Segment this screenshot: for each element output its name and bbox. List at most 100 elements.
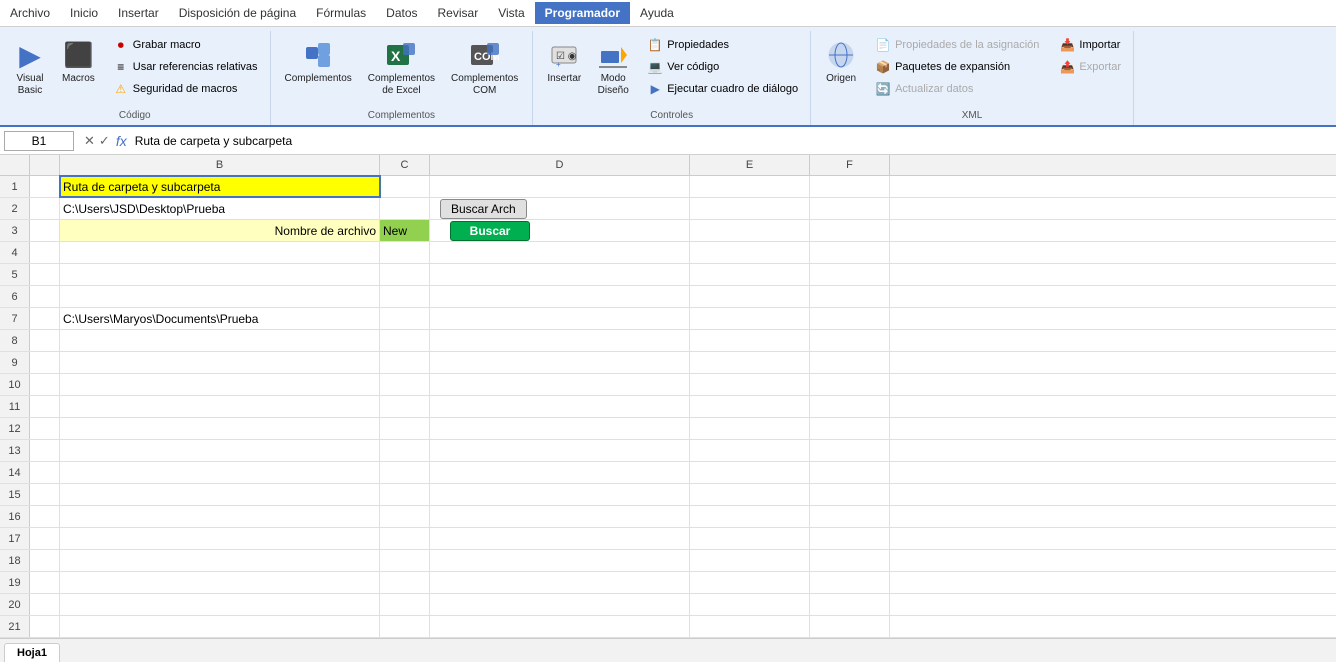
cell-d11[interactable] bbox=[430, 396, 690, 417]
cell-d1[interactable] bbox=[430, 176, 690, 197]
cell-d12[interactable] bbox=[430, 418, 690, 439]
cell-b1[interactable]: Ruta de carpeta y subcarpeta bbox=[60, 176, 380, 197]
cell-c4[interactable] bbox=[380, 242, 430, 263]
grabar-macro-button[interactable]: ⏺ Grabar macro bbox=[109, 35, 262, 55]
cell-a3[interactable] bbox=[30, 220, 60, 241]
cell-c8[interactable] bbox=[380, 330, 430, 351]
cell-a18[interactable] bbox=[30, 550, 60, 571]
cell-f3[interactable] bbox=[810, 220, 890, 241]
cell-e5[interactable] bbox=[690, 264, 810, 285]
cell-a8[interactable] bbox=[30, 330, 60, 351]
cell-d14[interactable] bbox=[430, 462, 690, 483]
cell-b18[interactable] bbox=[60, 550, 380, 571]
cell-f14[interactable] bbox=[810, 462, 890, 483]
complementos-button[interactable]: Complementos bbox=[279, 35, 358, 89]
cell-c2[interactable] bbox=[380, 198, 430, 219]
cell-f2[interactable] bbox=[810, 198, 890, 219]
cell-c10[interactable] bbox=[380, 374, 430, 395]
cell-f15[interactable] bbox=[810, 484, 890, 505]
menu-programador[interactable]: Programador bbox=[535, 2, 630, 24]
col-header-e[interactable]: E bbox=[690, 155, 810, 175]
cell-a2[interactable] bbox=[30, 198, 60, 219]
cell-e6[interactable] bbox=[690, 286, 810, 307]
cell-f4[interactable] bbox=[810, 242, 890, 263]
menu-inicio[interactable]: Inicio bbox=[60, 2, 108, 24]
cell-d16[interactable] bbox=[430, 506, 690, 527]
cell-b8[interactable] bbox=[60, 330, 380, 351]
cell-f21[interactable] bbox=[810, 616, 890, 637]
cell-b11[interactable] bbox=[60, 396, 380, 417]
cell-e10[interactable] bbox=[690, 374, 810, 395]
cell-c15[interactable] bbox=[380, 484, 430, 505]
cell-d20[interactable] bbox=[430, 594, 690, 615]
cell-b4[interactable] bbox=[60, 242, 380, 263]
cell-e1[interactable] bbox=[690, 176, 810, 197]
cell-a21[interactable] bbox=[30, 616, 60, 637]
menu-disposicion[interactable]: Disposición de página bbox=[169, 2, 306, 24]
cell-f12[interactable] bbox=[810, 418, 890, 439]
cell-a12[interactable] bbox=[30, 418, 60, 439]
modo-diseno-button[interactable]: ModoDiseño bbox=[591, 35, 635, 101]
cell-d5[interactable]: M Poder listar en columna D a partir de … bbox=[430, 264, 690, 285]
cell-a17[interactable] bbox=[30, 528, 60, 549]
cell-a10[interactable] bbox=[30, 374, 60, 395]
cell-d9[interactable] bbox=[430, 352, 690, 373]
propiedades-button[interactable]: 📋 Propiedades bbox=[643, 35, 802, 55]
cell-a11[interactable] bbox=[30, 396, 60, 417]
col-header-b[interactable]: B bbox=[60, 155, 380, 175]
cell-f18[interactable] bbox=[810, 550, 890, 571]
cell-b15[interactable] bbox=[60, 484, 380, 505]
cell-c19[interactable] bbox=[380, 572, 430, 593]
cell-f1[interactable] bbox=[810, 176, 890, 197]
cell-a13[interactable] bbox=[30, 440, 60, 461]
cell-d3[interactable]: Buscar bbox=[430, 220, 690, 241]
cell-e18[interactable] bbox=[690, 550, 810, 571]
cell-a20[interactable] bbox=[30, 594, 60, 615]
col-header-a[interactable] bbox=[30, 155, 60, 175]
cell-e8[interactable] bbox=[690, 330, 810, 351]
cell-f19[interactable] bbox=[810, 572, 890, 593]
cell-a7[interactable] bbox=[30, 308, 60, 329]
cell-e13[interactable] bbox=[690, 440, 810, 461]
cell-c14[interactable] bbox=[380, 462, 430, 483]
cell-c17[interactable] bbox=[380, 528, 430, 549]
cell-f6[interactable] bbox=[810, 286, 890, 307]
col-header-f[interactable]: F bbox=[810, 155, 890, 175]
cell-c12[interactable] bbox=[380, 418, 430, 439]
cell-e12[interactable] bbox=[690, 418, 810, 439]
seguridad-macros-button[interactable]: ⚠ Seguridad de macros bbox=[109, 79, 262, 99]
cell-c7[interactable] bbox=[380, 308, 430, 329]
cell-b2[interactable]: C:\Users\JSD\Desktop\Prueba bbox=[60, 198, 380, 219]
cell-c13[interactable] bbox=[380, 440, 430, 461]
cell-c18[interactable] bbox=[380, 550, 430, 571]
visual-basic-button[interactable]: ▶ VisualBasic bbox=[8, 35, 52, 101]
cell-b14[interactable] bbox=[60, 462, 380, 483]
cell-e2[interactable] bbox=[690, 198, 810, 219]
cell-b17[interactable] bbox=[60, 528, 380, 549]
cell-b20[interactable] bbox=[60, 594, 380, 615]
ejecutar-dialogo-button[interactable]: ▶ Ejecutar cuadro de diálogo bbox=[643, 79, 802, 99]
cell-e21[interactable] bbox=[690, 616, 810, 637]
macros-button[interactable]: ⬛ Macros bbox=[56, 35, 101, 89]
referencias-relativas-button[interactable]: ≡ Usar referencias relativas bbox=[109, 57, 262, 77]
cell-d8[interactable] bbox=[430, 330, 690, 351]
cell-d4[interactable] bbox=[430, 242, 690, 263]
menu-archivo[interactable]: Archivo bbox=[0, 2, 60, 24]
cell-c6[interactable] bbox=[380, 286, 430, 307]
cell-e7[interactable] bbox=[690, 308, 810, 329]
cell-c20[interactable] bbox=[380, 594, 430, 615]
cell-e15[interactable] bbox=[690, 484, 810, 505]
cell-d17[interactable] bbox=[430, 528, 690, 549]
cell-b9[interactable] bbox=[60, 352, 380, 373]
menu-formulas[interactable]: Fórmulas bbox=[306, 2, 376, 24]
cell-a4[interactable] bbox=[30, 242, 60, 263]
cell-b19[interactable] bbox=[60, 572, 380, 593]
cell-f10[interactable] bbox=[810, 374, 890, 395]
cell-a5[interactable] bbox=[30, 264, 60, 285]
cell-b13[interactable] bbox=[60, 440, 380, 461]
menu-datos[interactable]: Datos bbox=[376, 2, 427, 24]
cell-e11[interactable] bbox=[690, 396, 810, 417]
cell-c1[interactable] bbox=[380, 176, 430, 197]
cell-c21[interactable] bbox=[380, 616, 430, 637]
cell-b21[interactable] bbox=[60, 616, 380, 637]
